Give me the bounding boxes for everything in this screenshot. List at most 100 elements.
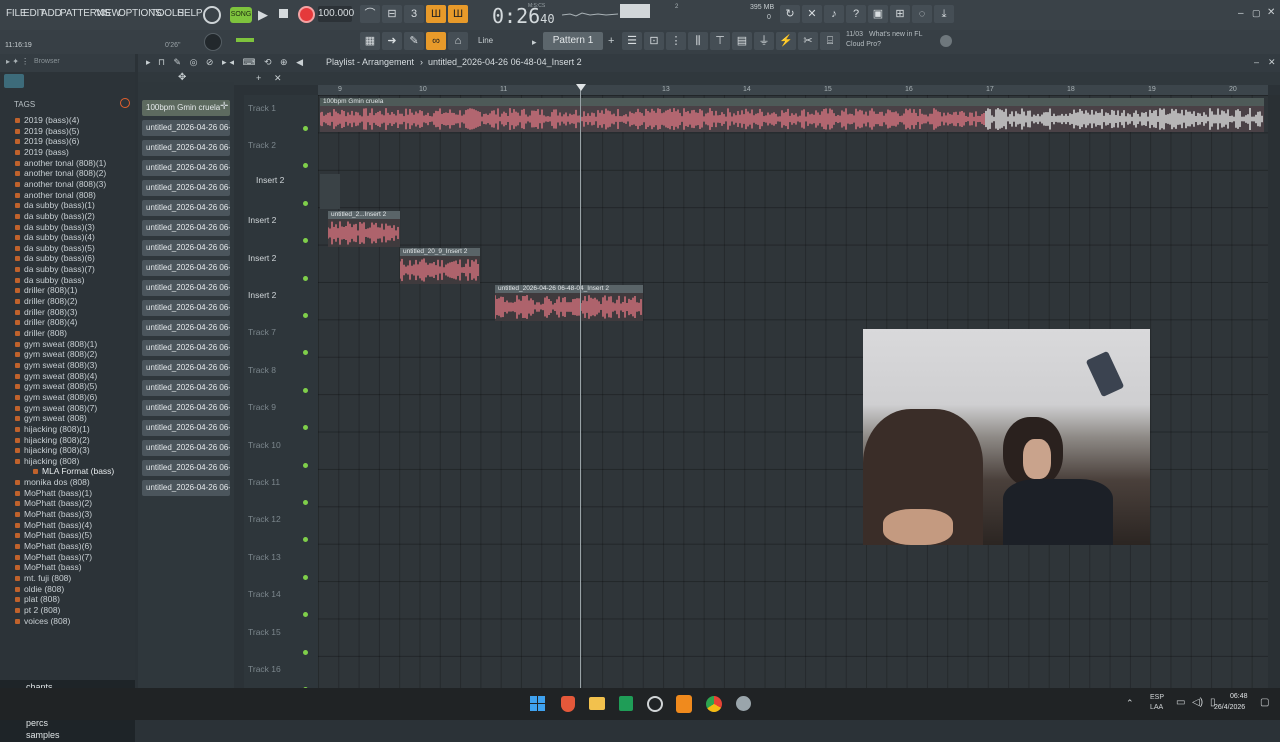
clip-2-label[interactable]: untitled_20_9_Insert 2 (400, 248, 480, 256)
browser-file-item[interactable]: da subby (bass)(4) (15, 232, 95, 243)
add-pattern-icon[interactable]: + (608, 35, 614, 47)
browser-file-item[interactable]: another tonal (808)(3) (14, 179, 106, 190)
browser-file-item[interactable]: driller (808)(4) (14, 317, 77, 328)
track-enable-dot[interactable] (303, 425, 308, 431)
pattern-add-icon[interactable]: ✛ (220, 101, 228, 112)
browser-file-item[interactable]: gym sweat (808)(2) (14, 349, 97, 360)
refresh-icon[interactable]: ↻ (780, 5, 800, 23)
pattern-prev-icon[interactable]: ▸ (532, 37, 537, 48)
pattern-item[interactable]: untitled_2026-04-26 06- (142, 460, 230, 476)
browser-file-item[interactable]: hijacking (808)(1) (15, 424, 90, 435)
pattern-item[interactable]: untitled_2026-04-26 06- (142, 280, 230, 296)
browser-file-item[interactable]: 2019 (bass)(4) (14, 115, 79, 126)
browser-file-item[interactable]: MoPhatt (bass)(3) (14, 509, 92, 520)
clip-1-label[interactable]: untitled_2...Insert 2 (328, 211, 400, 219)
pattern-item[interactable]: untitled_2026-04-26 06- (142, 380, 230, 396)
browser-file-item[interactable]: gym sweat (808)(1) (14, 339, 97, 350)
browser-file-item[interactable]: pt 2 (808) (14, 605, 60, 616)
browser-file-item[interactable]: MoPhatt (bass)(1) (14, 488, 92, 499)
track-label[interactable]: Insert 2 (256, 175, 284, 185)
track-enable-dot[interactable] (303, 126, 308, 131)
track-label[interactable]: Track 1 (248, 103, 276, 113)
playlist-minimize-icon[interactable]: – (1254, 57, 1259, 67)
browser-file-item[interactable]: another tonal (808)(2) (14, 168, 106, 179)
track-enable-dot[interactable] (303, 537, 308, 543)
browser-file-item[interactable]: plat (808) (15, 594, 60, 605)
browser-file-item[interactable]: mt. fuji (808) (14, 573, 71, 584)
record-mode-icon[interactable] (203, 6, 221, 24)
tempo-display[interactable]: 100.000 (318, 6, 354, 22)
pattern-item[interactable]: untitled_2026-04-26 06- (142, 180, 230, 196)
track-label[interactable]: Insert 2 (248, 253, 276, 263)
metronome-icon[interactable]: ⌒ (360, 5, 380, 23)
keyboard-icon[interactable]: ▦ (360, 32, 380, 50)
pattern-item[interactable]: untitled_2026-04-26 06- (142, 220, 230, 236)
playlist-options-icon[interactable]: ▸ (146, 57, 151, 68)
arrow-right-icon[interactable]: ➜ (382, 32, 402, 50)
browser-file-item[interactable]: voices (808) (14, 616, 70, 627)
browser-file-item[interactable]: MoPhatt (bass)(6) (14, 541, 92, 552)
news-headline[interactable]: What's new in FL (869, 31, 922, 38)
clip-2-wave[interactable] (399, 256, 480, 284)
browser-file-item[interactable]: da subby (bass) (14, 275, 84, 286)
pattern-item-main[interactable]: 100bpm Gmin cruela (142, 100, 230, 116)
browser-file-item[interactable]: hijacking (808)(2) (15, 435, 90, 446)
browser-tree-icon[interactable]: ⊤ (710, 32, 730, 50)
browser-file-item[interactable]: gym sweat (808)(3) (14, 360, 97, 371)
chat-icon[interactable]: ◌ (912, 5, 932, 23)
browser-file-item[interactable]: gym sweat (808)(7) (14, 403, 97, 414)
menu-help[interactable]: HELP (177, 8, 203, 19)
clip-3-wave[interactable] (494, 293, 643, 321)
browser-file-item[interactable]: driller (808)(3) (14, 307, 77, 318)
save-icon[interactable]: ▣ (868, 5, 888, 23)
track-enable-dot[interactable] (303, 200, 308, 206)
menu-add[interactable]: ADD (41, 8, 62, 19)
pattern-item[interactable]: untitled_2026-04-26 06- (142, 440, 230, 456)
browser-nav-icon[interactable]: ▸ ✦ ⋮ (6, 57, 29, 66)
record-icon[interactable] (298, 6, 315, 23)
track-label[interactable]: Track 8 (248, 365, 276, 375)
track-enable-dot[interactable] (303, 500, 308, 505)
master-pitch-slider[interactable] (236, 38, 254, 42)
playhead-marker-icon[interactable] (576, 84, 586, 91)
browser-file-item[interactable]: 2019 (bass)(5) (14, 126, 79, 137)
chrome-icon[interactable] (706, 696, 722, 712)
start-icon[interactable] (530, 696, 545, 711)
track-enable-dot[interactable] (303, 350, 308, 356)
browser-file-item[interactable]: gym sweat (808)(5) (14, 381, 97, 392)
browser-file-item[interactable]: gym sweat (808) (15, 413, 87, 424)
language-code[interactable]: ESP (1150, 694, 1164, 701)
track-enable-dot[interactable] (303, 612, 308, 618)
browser-search-icon[interactable] (4, 74, 24, 88)
track-label[interactable]: Track 2 (248, 140, 276, 150)
browser-file-item[interactable]: da subby (bass)(6) (15, 253, 95, 264)
playhead[interactable] (580, 85, 581, 688)
browser-file-item[interactable]: driller (808) (15, 328, 67, 339)
track-label[interactable]: Insert 2 (248, 215, 276, 225)
piano-roll-icon[interactable]: ⊡ (644, 32, 664, 50)
playlist-icon[interactable]: ☰ (622, 32, 642, 50)
volume-icon[interactable]: ◁) (1192, 697, 1203, 708)
browser-file-item[interactable]: MoPhatt (bass)(5) (14, 530, 92, 541)
help-icon[interactable]: ? (846, 5, 866, 23)
track-label[interactable]: Track 9 (248, 402, 276, 412)
browser-file-item[interactable]: MoPhatt (bass) (15, 562, 82, 573)
news-headline-2[interactable]: Cloud Pro? (846, 41, 881, 48)
plug-icon[interactable]: ⏚ (754, 32, 774, 50)
tags-search-icon[interactable] (120, 98, 130, 108)
track-enable-dot[interactable] (303, 313, 308, 318)
pattern-item[interactable]: untitled_2026-04-26 06- (142, 420, 230, 436)
browser-file-item[interactable]: da subby (bass)(7) (15, 264, 95, 275)
track-enable-dot[interactable] (303, 238, 308, 244)
track-label[interactable]: Track 14 (248, 589, 281, 599)
link-icon[interactable]: ∞ (426, 32, 446, 50)
step-edit-icon[interactable]: Ш (426, 5, 446, 23)
clip-track1-label[interactable]: 100bpm Gmin cruela (320, 98, 1264, 106)
taskbar-time[interactable]: 06:48 (1230, 693, 1248, 700)
pattern-item[interactable]: untitled_2026-04-26 06- (142, 360, 230, 376)
pattern-item[interactable]: untitled_2026-04-26 06- (142, 400, 230, 416)
track-enable-dot[interactable] (303, 574, 308, 580)
network-icon[interactable]: ▭ (1176, 697, 1185, 708)
vertical-scrollbar[interactable] (1268, 95, 1280, 688)
close-window-icon[interactable]: ✕ (1267, 7, 1275, 18)
